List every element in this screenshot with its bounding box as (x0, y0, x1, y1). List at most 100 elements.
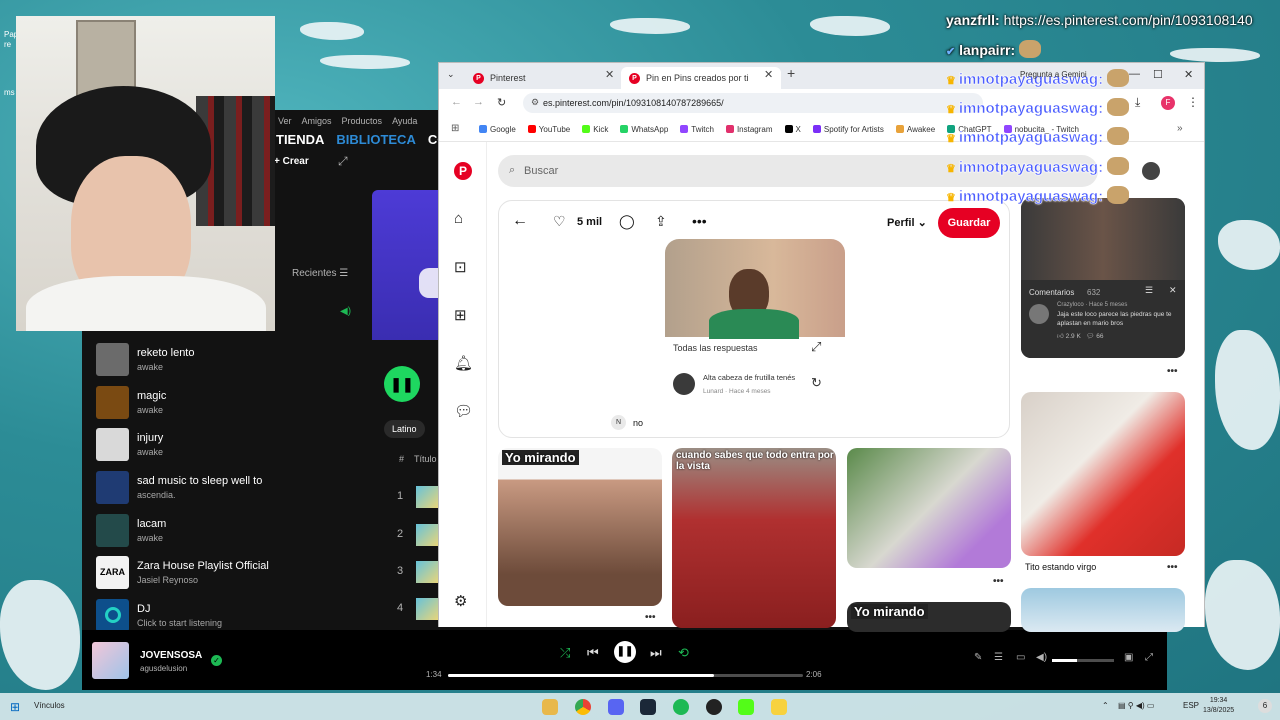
menu-icon[interactable]: ⋮ (1187, 95, 1199, 109)
new-tab-icon[interactable]: + (787, 65, 795, 81)
pin-media[interactable]: Todas las respuestas ⤢ Alta cabeza de fr… (665, 239, 845, 409)
more-options-icon[interactable]: ••• (1167, 562, 1178, 573)
pin-tile[interactable]: cuando sabes que todo entra por la vista (672, 448, 836, 628)
heart-icon[interactable]: ♡ (553, 213, 566, 230)
menu-item-ver[interactable]: Ver (278, 116, 292, 126)
create-icon[interactable]: ⊞ (454, 306, 467, 324)
create-button[interactable]: + Crear (274, 156, 309, 167)
play-pause-button[interactable]: ❚❚ (384, 366, 420, 402)
gemini-button[interactable]: Pregunta a Gemini (1020, 70, 1087, 79)
refresh-icon[interactable]: ↻ (811, 375, 822, 391)
pin-tile[interactable]: Yo mirando (498, 448, 662, 606)
menu-item-ayuda[interactable]: Ayuda (392, 116, 417, 126)
pin-tile[interactable]: Yo mirando (847, 602, 1011, 632)
chrome-icon[interactable] (575, 699, 591, 715)
library-item[interactable]: sad music to sleep well to ascendia. (96, 466, 269, 509)
more-options-icon[interactable]: ••• (993, 576, 1004, 587)
download-icon[interactable]: ⤓ (1135, 95, 1140, 110)
explore-icon[interactable]: ⊡ (454, 258, 467, 276)
language-indicator[interactable]: ESP (1183, 701, 1199, 710)
pin-title[interactable]: Tito estando virgo (1025, 562, 1096, 572)
notifications-badge[interactable]: 6 (1258, 699, 1272, 713)
next-icon[interactable]: ⏭ (650, 645, 662, 661)
now-playing-artist[interactable]: agusdelusion (140, 664, 187, 673)
tray-chevron-icon[interactable]: ⌃ (1102, 701, 1109, 710)
more-options-icon[interactable]: ••• (1167, 366, 1178, 377)
side-video-card[interactable]: Comentarios 632 ☰ ✕ Crazyloco · Hace 5 m… (1021, 198, 1185, 358)
close-icon[interactable]: ✕ (1169, 285, 1177, 296)
track-thumbnail[interactable] (416, 486, 438, 508)
obs-icon[interactable] (706, 699, 722, 715)
close-tab-icon[interactable]: ✕ (605, 68, 614, 81)
nav-tienda[interactable]: TIENDA (276, 132, 324, 147)
profile-avatar[interactable]: F (1161, 96, 1175, 110)
avatar[interactable] (1142, 162, 1160, 180)
library-item[interactable]: reketo lento awake (96, 338, 269, 381)
queue-icon[interactable]: ☰ (994, 652, 1003, 663)
track-thumbnail[interactable] (416, 524, 438, 546)
library-item[interactable]: lacam awake (96, 509, 269, 552)
track-thumbnail[interactable] (416, 561, 438, 583)
pin-video[interactable] (665, 239, 845, 339)
library-item[interactable]: ZARA Zara House Playlist Official Jasiel … (96, 551, 269, 594)
pause-button[interactable]: ❚❚ (614, 641, 636, 663)
pencil-icon[interactable]: ✎ (974, 652, 982, 663)
maximize-icon[interactable]: ☐ (1153, 68, 1163, 81)
expand-icon[interactable]: ⤢ (338, 154, 348, 169)
save-button[interactable]: Guardar (938, 208, 1000, 238)
more-options-icon[interactable]: ••• (692, 213, 707, 229)
miniplayer-icon[interactable]: ▣ (1124, 652, 1133, 663)
settings-icon[interactable]: ⚙ (454, 592, 467, 610)
now-playing-title[interactable]: JOVENSOSA (140, 650, 202, 661)
menu-item-productos[interactable]: Productos (342, 116, 383, 126)
library-item[interactable]: magic awake (96, 381, 269, 424)
filter-chip[interactable]: Latino (384, 420, 425, 438)
previous-icon[interactable]: ⏮ (587, 645, 599, 661)
home-icon[interactable]: ⌂ (454, 210, 463, 227)
bookmark-item[interactable]: Google (479, 124, 516, 134)
spotify-icon[interactable] (673, 699, 689, 715)
repeat-icon[interactable]: ⟲ (678, 645, 689, 661)
nav-biblioteca[interactable]: BIBLIOTECA (336, 132, 415, 147)
notifications-icon[interactable]: 🔔︎ (454, 354, 473, 372)
tab-pin[interactable]: P Pin en Pins creados por ti (621, 67, 781, 89)
file-explorer-icon[interactable] (542, 699, 558, 715)
volume-slider[interactable] (1052, 659, 1114, 662)
bookmark-item[interactable]: YouTube (527, 124, 570, 134)
discord-icon[interactable] (608, 699, 624, 715)
saved-check-icon[interactable]: ✓ (211, 655, 222, 666)
bookmark-item[interactable]: Awakee (895, 124, 935, 134)
tab-pinterest[interactable]: P Pinterest (465, 67, 619, 89)
steam-icon[interactable] (640, 699, 656, 715)
address-bar[interactable]: es.pinterest.com/pin/1093108140787289665… (523, 93, 983, 113)
bookmark-item[interactable]: X (784, 124, 801, 134)
taskbar-links[interactable]: Vínculos (34, 701, 65, 710)
apps-icon[interactable]: ⊞ (451, 123, 459, 134)
comment-icon[interactable]: ◯ (619, 213, 635, 230)
fullscreen-icon[interactable]: ⤢ (1145, 652, 1153, 663)
bookmark-item[interactable]: Twitch (680, 124, 714, 134)
library-item[interactable]: injury awake (96, 423, 269, 466)
bookmark-item[interactable]: Instagram (725, 124, 773, 134)
pin-tile[interactable] (847, 448, 1011, 568)
messages-icon[interactable]: 💬︎ (454, 402, 473, 420)
shuffle-icon[interactable]: ⤮ (560, 645, 570, 661)
track-thumbnail[interactable] (416, 598, 438, 620)
devices-icon[interactable]: ▭ (1016, 652, 1025, 663)
back-arrow-icon[interactable]: ← (512, 212, 528, 230)
share-icon[interactable]: ⇪ (655, 213, 667, 230)
now-playing-cover[interactable] (92, 642, 129, 679)
expand-icon[interactable]: ⤢ (811, 339, 821, 355)
back-icon[interactable]: ← (451, 96, 462, 108)
pinterest-logo-icon[interactable]: P (454, 162, 472, 180)
clock[interactable]: 19:34 13/8/2025 (1203, 696, 1234, 716)
bookmark-item[interactable]: Spotify for Artists (812, 124, 884, 134)
sticky-notes-icon[interactable] (771, 699, 787, 715)
more-bookmarks-icon[interactable]: » (1177, 123, 1183, 134)
side-video[interactable] (1021, 198, 1185, 280)
menu-item-amigos[interactable]: Amigos (302, 116, 332, 126)
windows-icon[interactable]: ⊞ (10, 700, 20, 714)
close-tab-icon[interactable]: ✕ (764, 68, 773, 81)
tray-icons[interactable]: ▤ ⚲ ◀) ▭ (1118, 701, 1154, 710)
more-options-icon[interactable]: ••• (645, 612, 656, 623)
